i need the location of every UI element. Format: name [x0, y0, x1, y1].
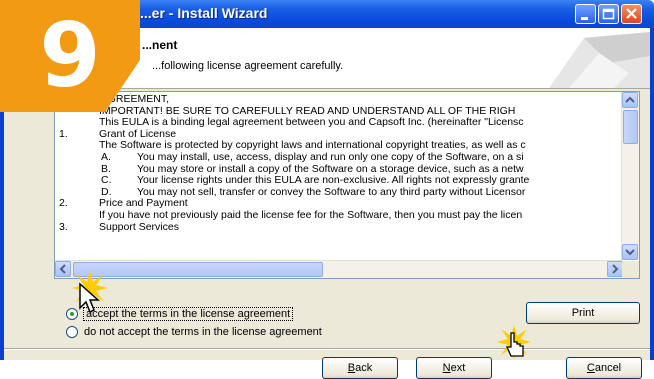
step-number: 9: [39, 4, 101, 107]
window-title: ...er - Install Wizard: [140, 5, 268, 21]
mouse-cursor-icon: [505, 332, 524, 357]
minimize-icon: [581, 17, 588, 20]
minimize-button[interactable]: [575, 4, 596, 24]
arrow-up-icon: [625, 96, 635, 103]
license-line-number: C.: [101, 174, 112, 187]
decline-option[interactable]: do not accept the terms in the license a…: [66, 326, 322, 338]
license-line: A. You may install, use, access, display …: [59, 150, 621, 164]
scroll-right-button[interactable]: [607, 261, 623, 277]
next-button[interactable]: Next: [416, 357, 492, 379]
close-button[interactable]: [621, 4, 642, 24]
arrow-left-icon: [59, 264, 66, 274]
header-title: ...nent: [142, 38, 178, 52]
license-line-number: 2.: [59, 197, 68, 210]
maximize-icon: [602, 8, 615, 20]
license-line-text: If you have not previously paid the lice…: [99, 208, 523, 221]
decline-radio[interactable]: [66, 326, 78, 338]
mouse-cursor-icon: [79, 282, 100, 314]
license-line-number: A.: [101, 150, 111, 163]
license-text-box[interactable]: ...GREEMENT, IMPORTANT! BE SURE TO CAREFU…: [54, 91, 640, 279]
license-line-text: Your license rights under this EULA are …: [137, 174, 530, 187]
license-line-text: Support Services: [99, 220, 179, 233]
close-icon: [626, 8, 637, 19]
license-line-text: You may not sell, transfer or convey the…: [137, 185, 526, 198]
scroll-up-button[interactable]: [622, 92, 638, 108]
step-badge: 9: [0, 0, 140, 120]
arrow-right-icon: [612, 264, 619, 274]
scroll-left-button[interactable]: [55, 261, 71, 277]
next-mnemonic: N: [442, 362, 451, 374]
license-line: If you have not previously paid the lice…: [59, 208, 621, 222]
vertical-scroll-thumb[interactable]: [623, 110, 638, 144]
vertical-scrollbar[interactable]: [621, 92, 639, 260]
divider: [4, 348, 650, 350]
scroll-down-button[interactable]: [622, 244, 638, 260]
header-subtitle: ...following license agreement carefully…: [152, 60, 344, 72]
arrow-down-icon: [625, 249, 635, 256]
horizontal-scrollbar[interactable]: [55, 260, 623, 278]
maximize-button[interactable]: [598, 4, 619, 24]
cancel-button[interactable]: Cancel: [566, 357, 642, 379]
cancel-mnemonic: C: [586, 362, 595, 374]
license-line: 3. Support Services: [59, 220, 621, 234]
back-label: ack: [355, 362, 373, 374]
license-line-number: 1.: [59, 127, 68, 140]
horizontal-scroll-thumb[interactable]: [73, 262, 323, 277]
accept-label[interactable]: accept the terms in the license agreemen…: [82, 307, 294, 321]
decline-label[interactable]: do not accept the terms in the license a…: [84, 326, 322, 338]
next-label: ext: [450, 362, 466, 374]
back-button[interactable]: Back: [322, 357, 398, 379]
print-button[interactable]: Print: [526, 302, 640, 324]
license-line: ...GREEMENT,: [59, 94, 621, 106]
license-text: ...GREEMENT, IMPORTANT! BE SURE TO CAREFU…: [59, 94, 621, 260]
wizard-graphic-icon: [549, 32, 650, 88]
back-mnemonic: B: [347, 362, 356, 374]
scroll-corner: [622, 261, 639, 278]
license-line: C. Your license rights under this EULA ar…: [59, 175, 621, 187]
cancel-label: ancel: [594, 362, 622, 374]
accept-radio[interactable]: [66, 308, 78, 320]
license-line-number: 3.: [59, 220, 68, 233]
license-line-text: You may install, use, access, display an…: [137, 150, 524, 163]
